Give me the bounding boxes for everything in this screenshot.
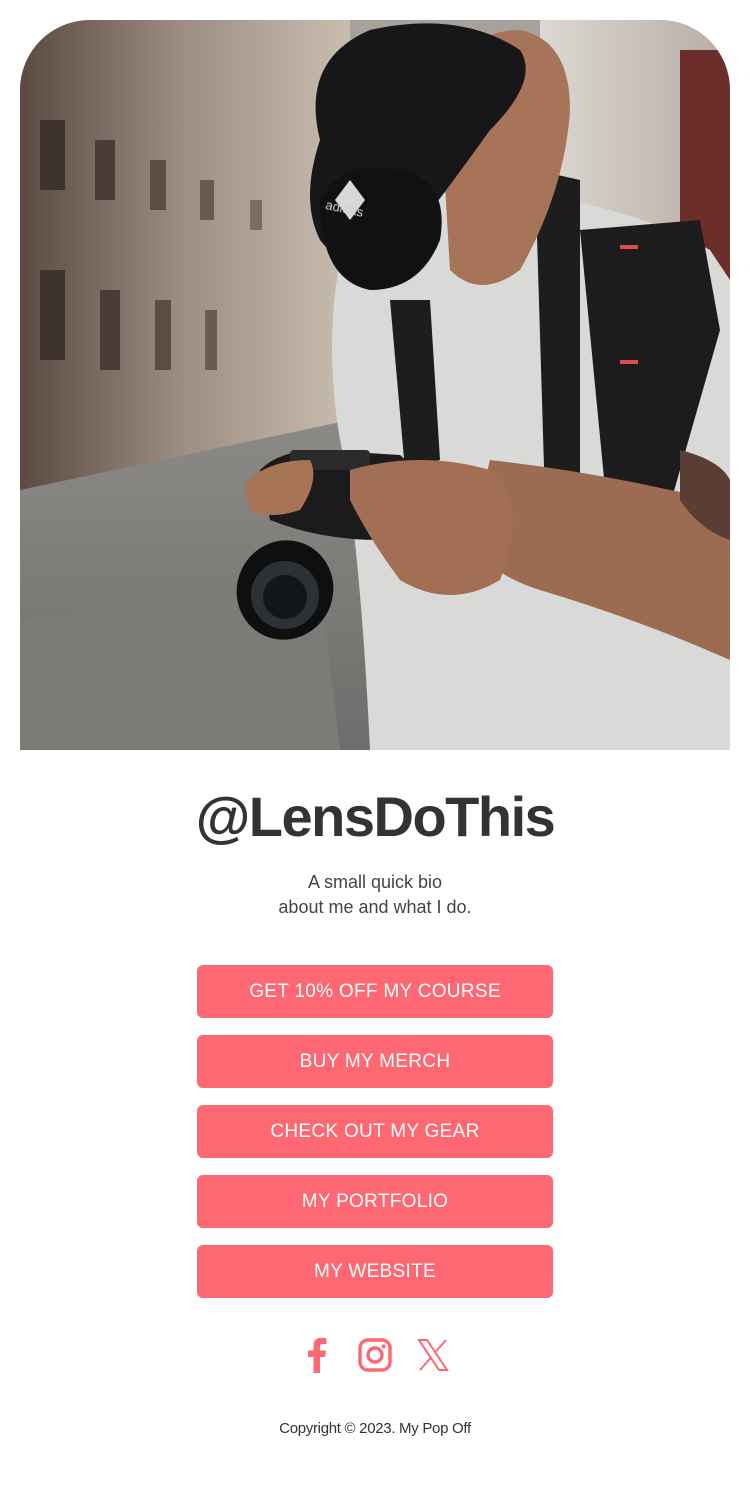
profile-bio: A small quick bio about me and what I do… <box>0 870 750 920</box>
profile-hero-photo: adidas <box>20 20 730 750</box>
bio-line-1: A small quick bio <box>307 872 443 892</box>
profile-handle: @LensDoThis <box>195 785 556 848</box>
instagram-icon[interactable] <box>358 1336 392 1374</box>
social-links <box>0 1336 750 1374</box>
course-discount-button[interactable]: GET 10% OFF MY COURSE <box>197 965 553 1018</box>
gear-button[interactable]: CHECK OUT MY GEAR <box>197 1105 553 1158</box>
website-button[interactable]: MY WEBSITE <box>197 1245 553 1298</box>
merch-button[interactable]: BUY MY MERCH <box>197 1035 553 1088</box>
x-icon[interactable] <box>416 1336 450 1374</box>
bio-line-2: about me and what I do. <box>278 897 472 917</box>
copyright-text: Copyright © 2023. My Pop Off <box>279 1420 471 1437</box>
portfolio-button[interactable]: MY PORTFOLIO <box>197 1175 553 1228</box>
facebook-icon[interactable] <box>300 1336 334 1374</box>
link-list: GET 10% OFF MY COURSE BUY MY MERCH CHECK… <box>197 965 553 1315</box>
